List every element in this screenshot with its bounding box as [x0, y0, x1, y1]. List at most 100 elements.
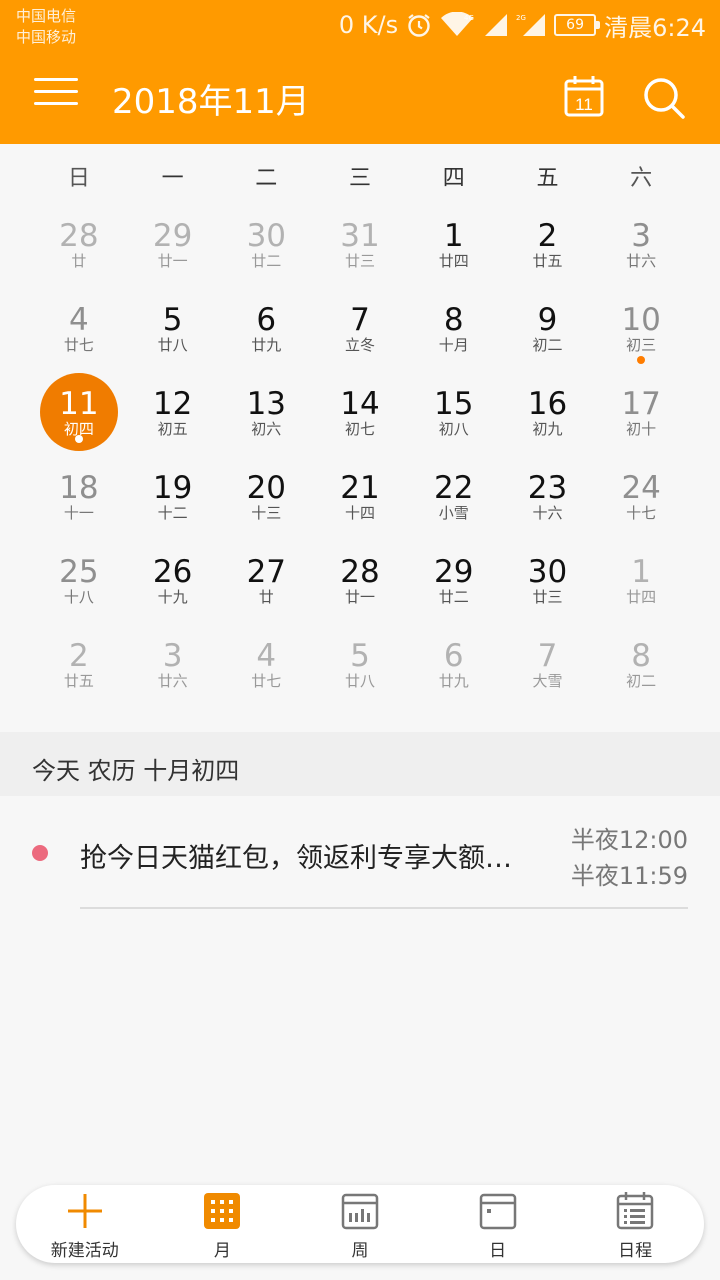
- lunar-date: 十三: [251, 504, 282, 522]
- day-number: 2: [68, 638, 89, 674]
- tab-week-label: 周: [351, 1241, 369, 1261]
- tab-week[interactable]: 周: [291, 1185, 429, 1263]
- day-cell[interactable]: 14 初七: [313, 368, 407, 452]
- day-cell[interactable]: 28 廿一: [313, 536, 407, 620]
- day-cell[interactable]: 8 十月: [407, 284, 501, 368]
- tab-day[interactable]: 日: [429, 1185, 567, 1263]
- day-cell[interactable]: 16 初九: [501, 368, 595, 452]
- plus-icon: [67, 1194, 102, 1228]
- day-number: 29: [434, 554, 474, 590]
- menu-icon-bar: [34, 102, 78, 105]
- lunar-date: 廿一: [345, 588, 376, 606]
- weekday-header: 日 一 二 三 四 五 六: [32, 160, 688, 192]
- go-to-today-button[interactable]: 11: [562, 74, 606, 118]
- lunar-date: 廿九: [438, 672, 469, 690]
- day-number: 24: [621, 470, 661, 506]
- lunar-date: 立冬: [345, 336, 376, 354]
- day-cell[interactable]: 18 十一: [32, 452, 126, 536]
- menu-icon-bar: [34, 90, 78, 93]
- tab-month-label: 月: [213, 1241, 231, 1261]
- day-number: 10: [621, 302, 661, 338]
- day-number: 15: [434, 386, 474, 422]
- lunar-date: 廿八: [345, 672, 376, 690]
- lunar-date: 初八: [438, 420, 469, 438]
- search-button[interactable]: [640, 74, 688, 122]
- lunar-date: 廿: [258, 588, 274, 606]
- day-cell[interactable]: 8 初二: [594, 620, 688, 704]
- day-cell[interactable]: 26 十九: [126, 536, 220, 620]
- day-number: 9: [537, 302, 558, 338]
- menu-button[interactable]: [34, 78, 78, 114]
- carrier-info: 中国电信 中国移动: [16, 6, 76, 48]
- day-cell[interactable]: 20 十三: [219, 452, 313, 536]
- week-row: 28 廿 29 廿一 30 廿二 31 廿三 1 廿四 2 廿五 3 廿六: [32, 200, 688, 284]
- day-cell[interactable]: 5 廿八: [313, 620, 407, 704]
- day-cell[interactable]: 29 廿一: [126, 200, 220, 284]
- clock: 清晨6:24: [604, 13, 706, 42]
- day-cell[interactable]: 10 初三: [594, 284, 688, 368]
- day-number: 30: [527, 554, 568, 590]
- day-number: 29: [152, 218, 193, 254]
- day-cell[interactable]: 5 廿八: [126, 284, 220, 368]
- day-cell[interactable]: 17 初十: [594, 368, 688, 452]
- day-cell[interactable]: 13 初六: [219, 368, 313, 452]
- event-indicator-dot: [75, 435, 83, 443]
- signal-1-icon: [485, 14, 508, 36]
- new-event-label: 新建活动: [50, 1241, 119, 1261]
- event-title: 抢今日天猫红包，领返利专享大额…: [80, 843, 512, 874]
- day-number: 12: [152, 386, 193, 422]
- week-icon: [341, 1193, 379, 1230]
- lunar-date: 廿六: [626, 252, 657, 270]
- week-row: 25 十八 26 十九 27 廿 28 廿一 29 廿二 30 廿三 1 廿四: [32, 536, 688, 620]
- tab-agenda-label: 日程: [618, 1241, 653, 1261]
- day-cell[interactable]: 23 十六: [501, 452, 595, 536]
- new-event-button[interactable]: 新建活动: [16, 1185, 154, 1263]
- day-number: 7: [350, 302, 370, 338]
- day-cell[interactable]: 19 十二: [126, 452, 220, 536]
- day-cell[interactable]: 21 十四: [313, 452, 407, 536]
- day-cell[interactable]: 28 廿: [32, 200, 126, 284]
- day-number: 18: [59, 470, 99, 506]
- day-cell[interactable]: 29 廿二: [407, 536, 501, 620]
- event-item[interactable]: 抢今日天猫红包，领返利专享大额… 半夜12:00 半夜11:59: [0, 800, 720, 910]
- day-cell[interactable]: 1 廿四: [594, 536, 688, 620]
- day-cell-today[interactable]: 11 初四: [32, 368, 126, 452]
- day-cell[interactable]: 12 初五: [126, 368, 220, 452]
- day-cell[interactable]: 30 廿三: [501, 536, 595, 620]
- day-cell[interactable]: 25 十八: [32, 536, 126, 620]
- day-cell[interactable]: 31 廿三: [313, 200, 407, 284]
- day-number: 30: [246, 218, 287, 254]
- day-cell[interactable]: 1 廿四: [407, 200, 501, 284]
- day-cell[interactable]: 6 廿九: [219, 284, 313, 368]
- day-cell[interactable]: 6 廿九: [407, 620, 501, 704]
- week-row: 18 十一 19 十二 20 十三 21 十四 22 小雪 23 十六 24 十七: [32, 452, 688, 536]
- day-cell[interactable]: 27 廿: [219, 536, 313, 620]
- day-cell[interactable]: 4 廿七: [219, 620, 313, 704]
- tab-agenda[interactable]: 日程: [566, 1185, 704, 1263]
- tab-month[interactable]: 月: [154, 1185, 292, 1263]
- day-cell[interactable]: 15 初八: [407, 368, 501, 452]
- day-cell[interactable]: 3 廿六: [594, 200, 688, 284]
- event-divider: [80, 907, 688, 909]
- day-cell[interactable]: 22 小雪: [407, 452, 501, 536]
- day-cell[interactable]: 24 十七: [594, 452, 688, 536]
- day-number: 25: [59, 554, 99, 590]
- day-cell[interactable]: 30 廿二: [219, 200, 313, 284]
- tab-day-label: 日: [489, 1241, 507, 1261]
- day-cell[interactable]: 4 廿七: [32, 284, 126, 368]
- day-number: 14: [340, 386, 380, 422]
- event-end-time: 半夜11:59: [570, 862, 688, 890]
- day-cell[interactable]: 7 大雪: [501, 620, 595, 704]
- month-title[interactable]: 2018年11月: [112, 74, 310, 123]
- day-cell[interactable]: 7 立冬: [313, 284, 407, 368]
- day-number: 5: [350, 638, 370, 674]
- day-cell[interactable]: 2 廿五: [32, 620, 126, 704]
- day-cell[interactable]: 3 廿六: [126, 620, 220, 704]
- day-cell[interactable]: 2 廿五: [501, 200, 595, 284]
- week-row: 11 初四 12 初五 13 初六 14 初七 15 初八 16 初九 17 初十: [32, 368, 688, 452]
- event-color-dot: [32, 845, 48, 861]
- search-icon: [644, 78, 685, 119]
- day-number: 8: [631, 638, 652, 674]
- day-cell[interactable]: 9 初二: [501, 284, 595, 368]
- day-number: 31: [340, 218, 380, 254]
